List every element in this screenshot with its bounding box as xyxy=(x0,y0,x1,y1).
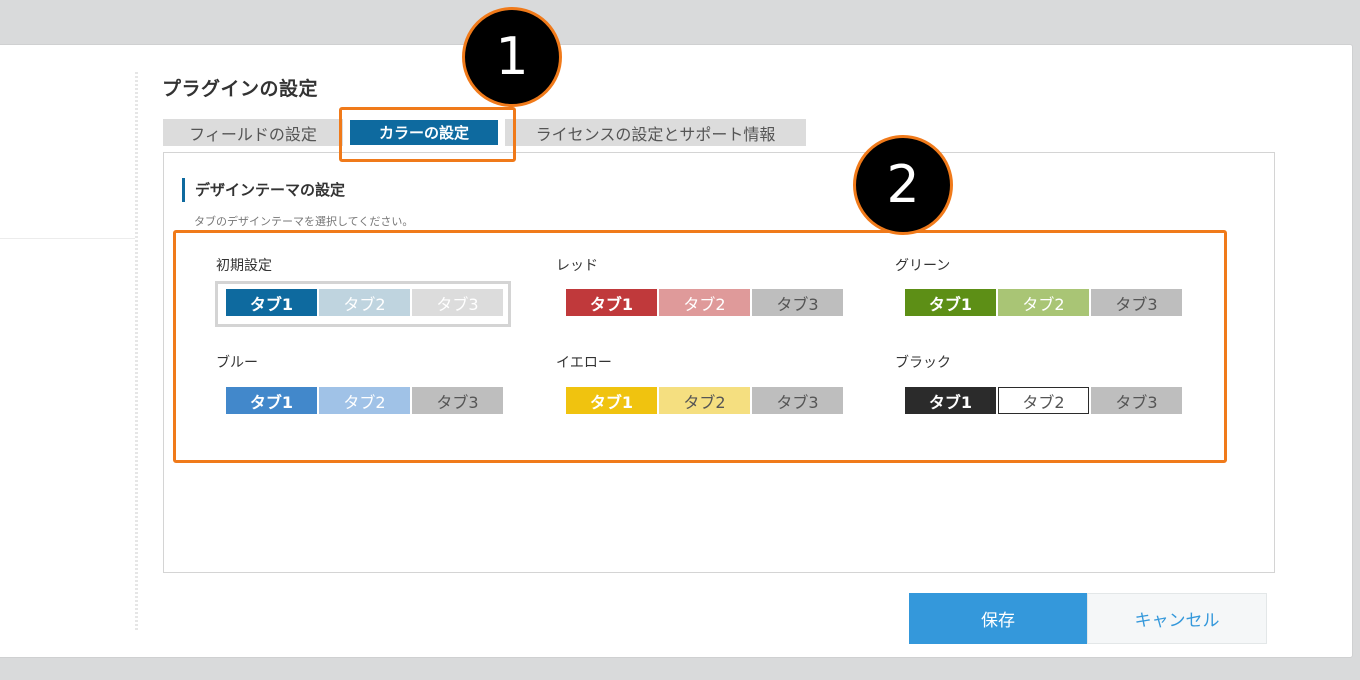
save-button[interactable]: 保存 xyxy=(909,593,1087,644)
tab-license-support[interactable]: ライセンスの設定とサポート情報 xyxy=(505,119,806,146)
section-title: デザインテーマの設定 xyxy=(182,178,345,202)
annotation-marker-2: 2 xyxy=(853,135,953,235)
cancel-button[interactable]: キャンセル xyxy=(1087,593,1267,644)
annotation-box-1 xyxy=(339,107,516,162)
left-pane-divider xyxy=(0,238,135,239)
page-title: プラグインの設定 xyxy=(162,78,319,100)
left-pane-border xyxy=(135,72,138,630)
section-description: タブのデザインテーマを選択してください。 xyxy=(194,215,414,228)
annotation-box-2 xyxy=(173,230,1227,463)
annotation-marker-1: 1 xyxy=(462,7,562,107)
tab-field-settings[interactable]: フィールドの設定 xyxy=(163,119,343,146)
